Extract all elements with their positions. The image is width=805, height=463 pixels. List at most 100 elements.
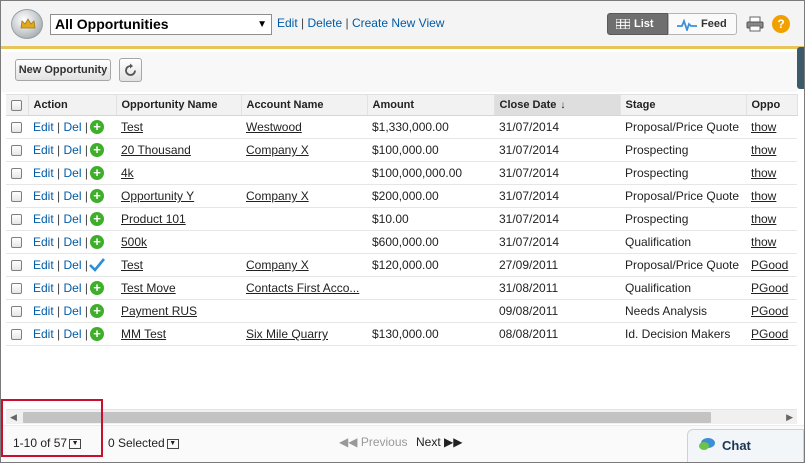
scroll-right-icon[interactable]: ▶ bbox=[786, 412, 793, 423]
opportunity-link[interactable]: Test bbox=[121, 120, 143, 134]
row-edit-link[interactable]: Edit bbox=[33, 281, 54, 295]
cell-opportunity-name[interactable]: 500k bbox=[116, 230, 241, 254]
opportunity-link[interactable]: Opportunity Y bbox=[121, 189, 194, 203]
row-edit-link[interactable]: Edit bbox=[33, 235, 54, 249]
cell-account-name[interactable]: Westwood bbox=[241, 115, 367, 139]
opportunity-link[interactable]: MM Test bbox=[121, 327, 166, 341]
next-page-button[interactable]: Next ▶▶ bbox=[416, 435, 463, 449]
column-header-stage[interactable]: Stage bbox=[620, 94, 747, 116]
row-checkbox[interactable] bbox=[11, 168, 22, 180]
cell-account-name[interactable]: Company X bbox=[241, 184, 367, 208]
row-checkbox-cell[interactable] bbox=[6, 184, 28, 208]
help-icon[interactable]: ? bbox=[772, 15, 790, 33]
cell-account-name[interactable] bbox=[241, 161, 367, 185]
cell-owner[interactable]: thow bbox=[746, 161, 797, 185]
row-del-link[interactable]: Del bbox=[64, 258, 82, 272]
add-plus-icon[interactable]: + bbox=[89, 120, 104, 135]
edit-view-link[interactable]: Edit bbox=[277, 16, 298, 30]
add-plus-icon[interactable]: + bbox=[89, 304, 104, 319]
add-plus-icon[interactable]: + bbox=[89, 235, 104, 250]
row-checkbox[interactable] bbox=[11, 329, 22, 341]
selected-dropdown-icon[interactable]: ▼ bbox=[166, 438, 179, 449]
owner-link[interactable]: PGood bbox=[751, 327, 788, 341]
cell-opportunity-name[interactable]: Payment RUS bbox=[116, 299, 241, 323]
account-link[interactable]: Company X bbox=[246, 143, 309, 157]
row-edit-link[interactable]: Edit bbox=[33, 166, 54, 180]
create-new-view-link[interactable]: Create New View bbox=[352, 16, 444, 30]
cell-account-name[interactable]: Company X bbox=[241, 253, 367, 277]
view-selector[interactable]: All Opportunities ▼ bbox=[50, 14, 272, 35]
cell-owner[interactable]: thow bbox=[746, 184, 797, 208]
owner-link[interactable]: thow bbox=[751, 212, 776, 226]
column-header-amount[interactable]: Amount bbox=[367, 94, 495, 116]
scrollbar-thumb[interactable] bbox=[23, 412, 711, 423]
add-plus-icon[interactable]: + bbox=[89, 281, 104, 296]
owner-link[interactable]: thow bbox=[751, 235, 776, 249]
owner-link[interactable]: PGood bbox=[751, 304, 788, 318]
new-opportunity-button[interactable]: New Opportunity bbox=[15, 59, 111, 81]
account-link[interactable]: Company X bbox=[246, 189, 309, 203]
cell-account-name[interactable] bbox=[241, 230, 367, 254]
account-link[interactable]: Contacts First Acco... bbox=[246, 281, 359, 295]
row-checkbox-cell[interactable] bbox=[6, 322, 28, 346]
owner-link[interactable]: thow bbox=[751, 120, 776, 134]
cell-opportunity-name[interactable]: MM Test bbox=[116, 322, 241, 346]
column-header-close-date[interactable]: Close Date ↓ bbox=[494, 94, 621, 116]
cell-owner[interactable]: PGood bbox=[746, 299, 797, 323]
owner-link[interactable]: PGood bbox=[751, 281, 788, 295]
cell-owner[interactable]: thow bbox=[746, 207, 797, 231]
row-del-link[interactable]: Del bbox=[64, 143, 82, 157]
add-plus-icon[interactable]: + bbox=[89, 327, 104, 342]
row-del-link[interactable]: Del bbox=[64, 235, 82, 249]
owner-link[interactable]: thow bbox=[751, 166, 776, 180]
opportunity-link[interactable]: 20 Thousand bbox=[121, 143, 191, 157]
cell-opportunity-name[interactable]: Test Move bbox=[116, 276, 241, 300]
opportunity-link[interactable]: Product 101 bbox=[121, 212, 186, 226]
row-checkbox-cell[interactable] bbox=[6, 161, 28, 185]
cell-opportunity-name[interactable]: Test bbox=[116, 253, 241, 277]
row-checkbox-cell[interactable] bbox=[6, 253, 28, 277]
cell-opportunity-name[interactable]: 4k bbox=[116, 161, 241, 185]
cell-opportunity-name[interactable]: Opportunity Y bbox=[116, 184, 241, 208]
account-link[interactable]: Six Mile Quarry bbox=[246, 327, 328, 341]
row-del-link[interactable]: Del bbox=[64, 281, 82, 295]
refresh-button[interactable] bbox=[119, 58, 142, 82]
row-checkbox[interactable] bbox=[11, 145, 22, 157]
add-plus-icon[interactable]: + bbox=[89, 212, 104, 227]
horizontal-scrollbar[interactable]: ◀ ▶ bbox=[6, 409, 797, 424]
feed-view-toggle[interactable]: Feed bbox=[668, 13, 737, 35]
opportunity-link[interactable]: Test bbox=[121, 258, 143, 272]
row-edit-link[interactable]: Edit bbox=[33, 143, 54, 157]
row-edit-link[interactable]: Edit bbox=[33, 189, 54, 203]
cell-account-name[interactable]: Company X bbox=[241, 138, 367, 162]
owner-link[interactable]: PGood bbox=[751, 258, 788, 272]
cell-account-name[interactable]: Six Mile Quarry bbox=[241, 322, 367, 346]
add-plus-icon[interactable]: + bbox=[89, 143, 104, 158]
cell-owner[interactable]: thow bbox=[746, 230, 797, 254]
row-checkbox[interactable] bbox=[11, 306, 22, 318]
account-link[interactable]: Westwood bbox=[246, 120, 302, 134]
cell-account-name[interactable] bbox=[241, 207, 367, 231]
opportunity-link[interactable]: Test Move bbox=[121, 281, 176, 295]
row-checkbox[interactable] bbox=[11, 237, 22, 249]
account-link[interactable]: Company X bbox=[246, 258, 309, 272]
cell-account-name[interactable] bbox=[241, 299, 367, 323]
delete-view-link[interactable]: Delete bbox=[307, 16, 342, 30]
row-checkbox[interactable] bbox=[11, 122, 22, 134]
selected-count[interactable]: 0 Selected ▼ bbox=[108, 436, 179, 450]
row-checkbox[interactable] bbox=[11, 214, 22, 226]
row-checkbox[interactable] bbox=[11, 260, 22, 272]
cell-owner[interactable]: thow bbox=[746, 138, 797, 162]
row-edit-link[interactable]: Edit bbox=[33, 120, 54, 134]
cell-opportunity-name[interactable]: Test bbox=[116, 115, 241, 139]
row-edit-link[interactable]: Edit bbox=[33, 258, 54, 272]
row-del-link[interactable]: Del bbox=[64, 166, 82, 180]
row-edit-link[interactable]: Edit bbox=[33, 327, 54, 341]
add-plus-icon[interactable]: + bbox=[89, 189, 104, 204]
owner-link[interactable]: thow bbox=[751, 189, 776, 203]
chat-widget[interactable]: Chat bbox=[687, 429, 804, 462]
print-icon[interactable] bbox=[746, 16, 764, 32]
select-all-checkbox[interactable] bbox=[11, 99, 22, 111]
row-edit-link[interactable]: Edit bbox=[33, 304, 54, 318]
row-checkbox-cell[interactable] bbox=[6, 230, 28, 254]
